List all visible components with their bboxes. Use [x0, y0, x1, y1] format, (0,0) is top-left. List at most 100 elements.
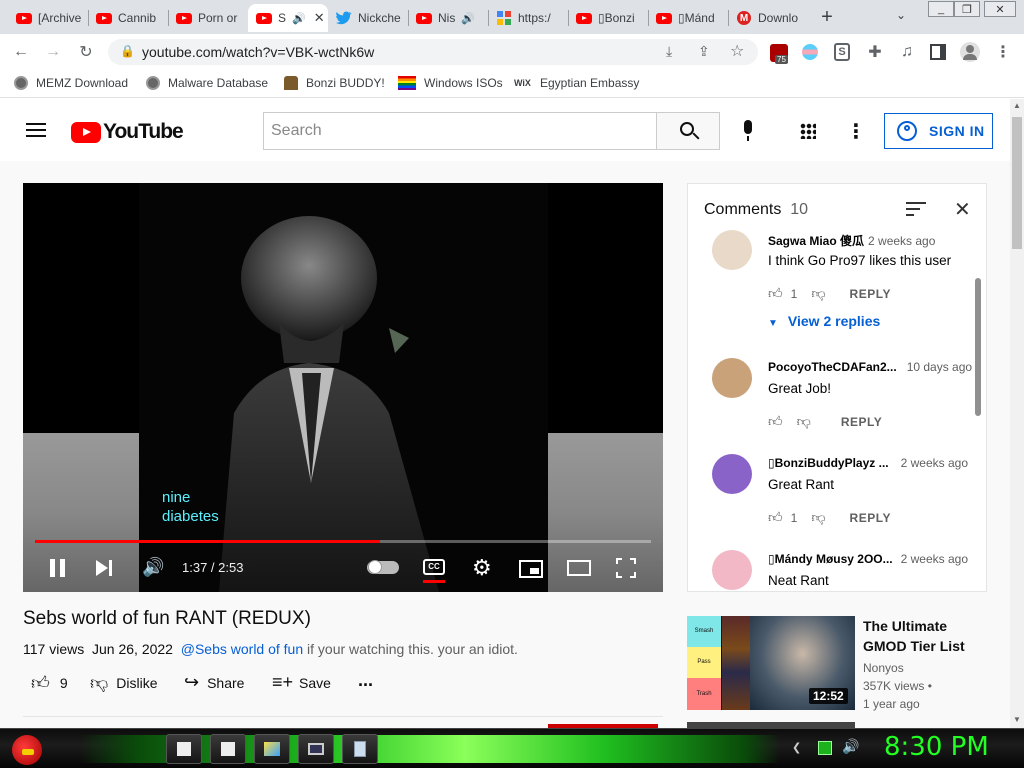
like-button[interactable]: 👍︎ 9	[31, 672, 68, 694]
page-scrollbar[interactable]: ▲ ▼	[1010, 99, 1024, 728]
url-text[interactable]: youtube.com/watch?v=VBK-wctNk6w	[142, 44, 374, 60]
thumbs-down-icon[interactable]: 👎︎	[797, 413, 811, 430]
comments-scrollbar-thumb[interactable]	[975, 278, 981, 416]
bookmark-item[interactable]: Windows ISOs	[398, 76, 503, 90]
scroll-down-arrow-icon[interactable]: ▼	[1013, 715, 1021, 724]
comment-age[interactable]: 2 weeks ago	[901, 552, 968, 566]
comment-author[interactable]: ▯BonziBuddyPlayz ... 2 weeks ago	[768, 456, 968, 470]
settings-more-icon[interactable]: ⋮	[846, 119, 866, 144]
avatar[interactable]	[712, 358, 752, 398]
close-icon[interactable]: ✕	[314, 10, 325, 26]
browser-tab-active[interactable]: S 🔊 ✕	[248, 4, 328, 32]
scroll-up-arrow-icon[interactable]: ▲	[1013, 101, 1021, 110]
bookmark-item[interactable]: MEMZ Download	[14, 76, 128, 90]
video-player[interactable]: nine diabetes 🔊 1:37 / 2:53 CC ⚙	[23, 183, 663, 592]
microphone-icon[interactable]	[740, 120, 756, 142]
recommended-title[interactable]: The Ultimate GMOD Tier List	[863, 616, 1003, 656]
more-actions-button[interactable]: ...	[358, 670, 373, 691]
pause-icon[interactable]	[50, 559, 66, 577]
hamburger-menu-icon[interactable]	[26, 123, 46, 137]
browser-tab[interactable]: ▯Mánd	[648, 4, 728, 32]
extension-icon[interactable]	[802, 44, 818, 60]
browser-tab[interactable]: Porn or	[168, 4, 248, 32]
browser-tab[interactable]: M Downlo	[728, 4, 808, 32]
close-icon[interactable]: ✕	[954, 197, 971, 222]
sign-in-button[interactable]: SIGN IN	[884, 113, 993, 149]
share-icon[interactable]: ⇪	[698, 43, 710, 60]
close-window-button[interactable]: ✕	[984, 1, 1016, 17]
scrollbar-thumb[interactable]	[1012, 117, 1022, 249]
theater-mode-icon[interactable]	[567, 560, 591, 576]
comment-age[interactable]: 2 weeks ago	[868, 234, 935, 248]
browser-tab[interactable]: ▯Bonzi	[568, 4, 648, 32]
minimize-button[interactable]: _	[928, 1, 954, 17]
sort-icon[interactable]	[906, 202, 926, 216]
view-replies-button[interactable]: ▼ View 2 replies	[768, 313, 880, 329]
back-arrow-icon[interactable]: ←	[10, 41, 32, 63]
forward-arrow-icon[interactable]: →	[42, 41, 64, 63]
save-button[interactable]: ≡+ Save	[272, 672, 331, 693]
side-panel-icon[interactable]	[930, 44, 946, 60]
taskbar-app-notepad[interactable]	[166, 734, 202, 764]
start-button[interactable]	[8, 731, 46, 767]
dislike-button[interactable]: 👎︎ Dislike	[90, 672, 158, 694]
miniplayer-icon[interactable]	[519, 560, 543, 578]
bookmark-item[interactable]: Bonzi BUDDY!	[284, 76, 385, 90]
browser-tab[interactable]: Nis 🔊	[408, 4, 488, 32]
taskbar-app-paint[interactable]	[254, 734, 290, 764]
taskbar-app-computer[interactable]	[298, 734, 334, 764]
new-tab-button[interactable]: +	[816, 6, 838, 28]
reply-button[interactable]: REPLY	[841, 415, 882, 429]
volume-tray-icon[interactable]: 🔊	[842, 738, 859, 755]
browser-tab[interactable]: https:/	[488, 4, 568, 32]
comment-author[interactable]: Sagwa Miao 傻瓜 2 weeks ago	[768, 232, 935, 249]
thumbs-up-icon[interactable]: 👍︎	[768, 413, 783, 430]
extensions-puzzle-icon[interactable]: ✚	[864, 41, 886, 63]
tray-chevron-icon[interactable]: ❮	[792, 741, 801, 754]
apps-grid-icon[interactable]	[800, 123, 816, 139]
taskbar-app-document[interactable]	[342, 734, 378, 764]
thumbs-down-icon[interactable]: 👎︎	[811, 509, 825, 526]
progress-bar[interactable]	[35, 540, 651, 543]
taskbar-clock[interactable]: 8:30 PM	[884, 732, 989, 762]
autoplay-toggle[interactable]	[367, 560, 399, 574]
reply-button[interactable]: REPLY	[850, 511, 891, 525]
install-icon[interactable]: ⤓	[666, 43, 672, 60]
taskbar-app-notepad[interactable]	[210, 734, 246, 764]
comment-author[interactable]: ▯Mándy Møusy 2OO... 2 weeks ago	[768, 552, 968, 566]
share-button[interactable]: ↪ Share	[184, 672, 244, 693]
network-icon[interactable]	[818, 741, 832, 755]
volume-icon[interactable]: 🔊	[142, 557, 164, 578]
tab-search-chevron-icon[interactable]: ⌄	[896, 8, 906, 22]
star-icon[interactable]: ☆	[730, 41, 744, 61]
extension-icon[interactable]: 75	[770, 44, 788, 64]
speaker-icon[interactable]: 🔊	[461, 12, 475, 25]
channel-mention-link[interactable]: @Sebs world of fun	[181, 641, 303, 657]
recommended-channel[interactable]: Nonyos	[863, 661, 904, 675]
browser-tab[interactable]: [Archive	[8, 4, 88, 32]
reply-button[interactable]: REPLY	[850, 287, 891, 301]
profile-avatar-icon[interactable]	[960, 42, 980, 62]
bookmark-item[interactable]: Malware Database	[146, 76, 268, 90]
avatar[interactable]	[712, 230, 752, 270]
media-control-icon[interactable]: ♫	[896, 41, 918, 63]
avatar[interactable]	[712, 454, 752, 494]
speaker-icon[interactable]: 🔊	[292, 12, 306, 25]
next-icon[interactable]	[96, 560, 114, 576]
avatar[interactable]	[712, 550, 752, 590]
settings-gear-icon[interactable]: ⚙	[472, 555, 492, 581]
search-button[interactable]	[656, 112, 720, 150]
reload-icon[interactable]: ↻	[75, 41, 97, 63]
recommended-thumbnail[interactable]: Smash Pass Trash 12:52	[687, 616, 855, 710]
thumbs-down-icon[interactable]: 👎︎	[811, 285, 825, 302]
browser-menu-icon[interactable]: ⋮	[992, 41, 1014, 63]
search-input[interactable]: Search	[263, 112, 657, 150]
comment-author[interactable]: PocoyoTheCDAFan2... 10 days ago	[768, 360, 972, 374]
youtube-logo[interactable]: YouTube	[71, 120, 184, 144]
comment-age[interactable]: 10 days ago	[907, 360, 972, 374]
thumbs-up-icon[interactable]: 👍︎	[768, 285, 783, 302]
browser-tab[interactable]: Nickche	[328, 4, 408, 32]
comment-age[interactable]: 2 weeks ago	[901, 456, 968, 470]
browser-tab[interactable]: Cannib	[88, 4, 168, 32]
captions-icon[interactable]: CC	[423, 559, 445, 575]
